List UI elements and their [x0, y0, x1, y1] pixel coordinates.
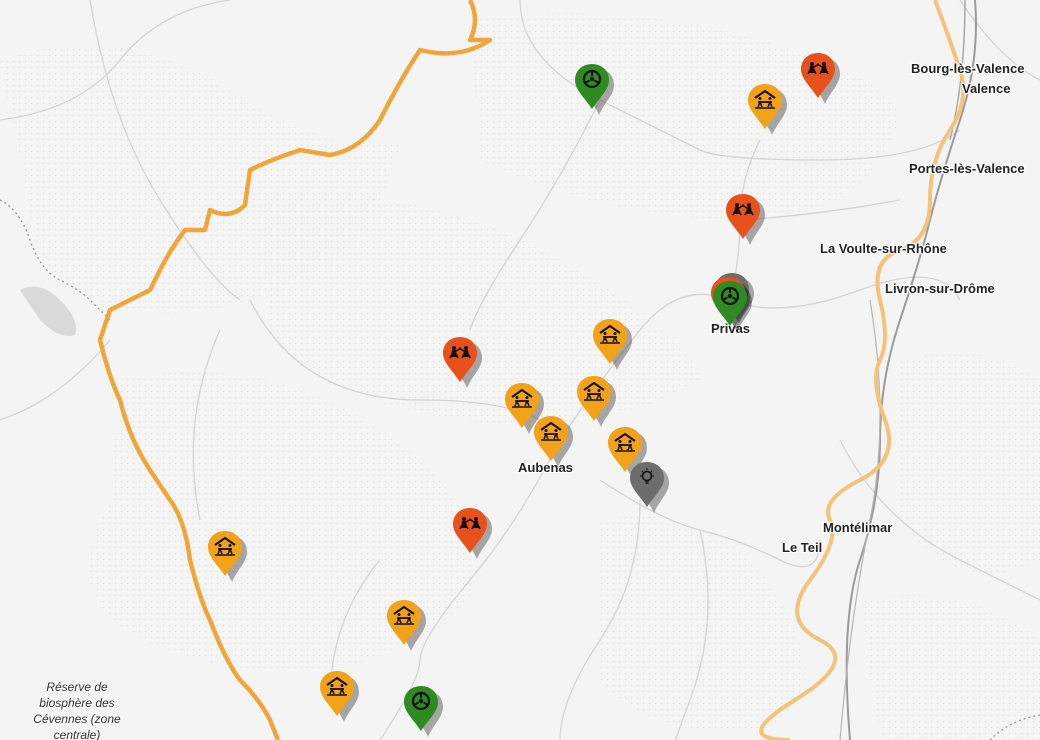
base-map	[0, 0, 1040, 740]
reserve-label-line: biosphère des	[39, 696, 115, 710]
map-view[interactable]: Bourg-lès-Valence Valence Portes-lès-Val…	[0, 0, 1040, 740]
map-marker-shelter[interactable]	[575, 375, 616, 427]
map-marker-works[interactable]	[441, 336, 482, 388]
reserve-label-line: Cévennes (zone	[33, 712, 121, 726]
reserve-label: Réserve de biosphère des Cévennes (zone …	[22, 679, 132, 740]
map-marker-shelter[interactable]	[318, 670, 359, 722]
map-marker-works[interactable]	[799, 52, 840, 104]
city-montelimar: Montélimar	[823, 520, 893, 535]
map-marker-works[interactable]	[451, 507, 492, 559]
map-marker-shelter[interactable]	[532, 415, 573, 467]
city-bourg-les-valence: Bourg-lès-Valence	[911, 61, 1025, 76]
city-livron-sur-drome: Livron-sur-Drôme	[885, 281, 995, 296]
map-marker-shelter[interactable]	[591, 318, 632, 370]
city-portes-les-valence: Portes-lès-Valence	[909, 161, 1025, 176]
map-marker-works[interactable]	[724, 193, 765, 245]
map-marker-nature[interactable]	[402, 685, 443, 737]
map-marker-shelter[interactable]	[385, 599, 426, 651]
map-marker-shelter[interactable]	[206, 530, 247, 582]
map-marker-shelter[interactable]	[746, 83, 787, 135]
reserve-label-line: Réserve de	[46, 680, 108, 694]
city-la-voulte-sur-rhone: La Voulte-sur-Rhône	[820, 241, 947, 256]
reserve-label-line: centrale)	[53, 728, 101, 740]
city-le-teil: Le Teil	[782, 540, 823, 555]
map-marker-nature[interactable]	[573, 63, 614, 115]
map-marker-nature[interactable]	[711, 280, 752, 332]
city-valence: Valence	[962, 81, 1011, 96]
map-marker-idea[interactable]	[628, 461, 669, 513]
